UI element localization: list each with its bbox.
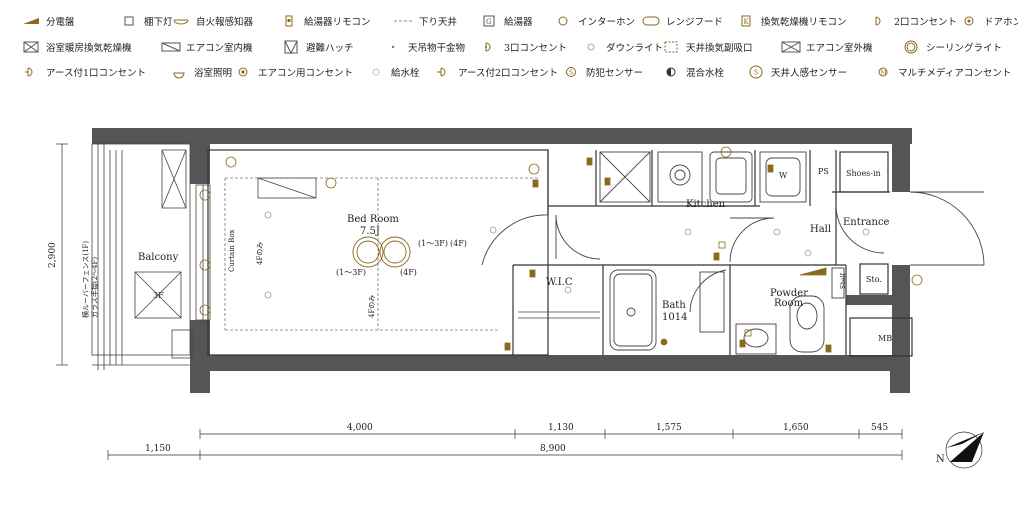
- dimension-1130: 1,130: [548, 423, 574, 433]
- dimension-1650: 1,650: [783, 423, 809, 433]
- dimension-8900: 8,900: [540, 444, 566, 454]
- bedroom-size-label: 7.5J: [360, 226, 380, 237]
- storage-label: Sto.: [866, 275, 882, 284]
- mb-label: MB: [878, 334, 892, 343]
- only-4f-label-b: 4Fのみ: [368, 295, 376, 318]
- shoes-in-label: Shoes-in: [846, 169, 881, 178]
- dimension-1575: 1,575: [656, 423, 682, 433]
- curtain-box-label: Curtain Box: [228, 229, 236, 272]
- balcony-label: Balcony: [138, 252, 179, 263]
- dimension-545: 545: [871, 423, 888, 433]
- fence-note-2: ガラス手摺(2〜4F): [90, 257, 99, 318]
- bath-size-label: 1014: [662, 312, 687, 323]
- powder-label-2: Room: [774, 298, 804, 309]
- wic-label: W.I.C: [546, 277, 573, 288]
- powder-fixtures: [735, 267, 845, 355]
- ac-outdoor-label: 3F: [153, 291, 164, 300]
- only-4f-label-a: 4Fのみ: [256, 242, 264, 265]
- walls: [92, 128, 912, 393]
- bath-label: Bath: [662, 300, 686, 311]
- fence-note-1: 横ルーバーフェンス(1F): [81, 241, 90, 318]
- bedroom-label: Bed Room: [347, 214, 399, 225]
- height-dimension: 2,900: [48, 242, 58, 268]
- ceiling-note-d: (4F): [450, 239, 467, 248]
- shelf-label: Shelf: [840, 273, 847, 289]
- ceiling-note-b: (4F): [400, 268, 417, 277]
- dimension-4000: 4,000: [347, 423, 373, 433]
- dimension-labels: 2,900 4,000 1,130 1,575 1,650 545 1,150 …: [48, 242, 888, 454]
- ps-label: PS: [818, 167, 829, 176]
- kitchen-label: Kitchen: [686, 199, 726, 210]
- ceiling-note-c: (1〜3F): [418, 239, 448, 248]
- washer-label: W: [779, 171, 788, 180]
- ceiling-lights: [352, 236, 411, 268]
- hall-label: Hall: [810, 224, 831, 235]
- ac-indoor-unit: [257, 177, 317, 199]
- ceiling-note-a: (1〜3F): [336, 268, 366, 277]
- wic-shelves: [518, 311, 600, 319]
- entrance-label: Entrance: [843, 217, 890, 228]
- compass: N: [936, 431, 984, 469]
- compass-north-label: N: [936, 454, 945, 465]
- floor-plan: N Balcony 3F Bed Room 7.5J (1〜3F) (4F) (…: [48, 128, 985, 469]
- dimension-1150: 1,150: [145, 444, 171, 454]
- kitchen-fixtures: [599, 151, 807, 203]
